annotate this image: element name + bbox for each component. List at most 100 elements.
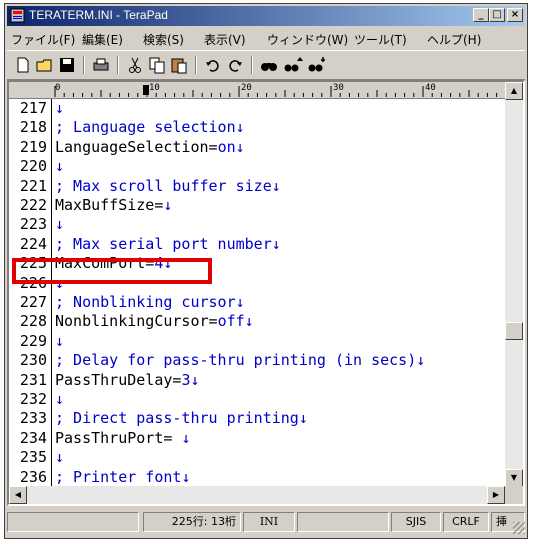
scroll-right-button[interactable]: ▶	[487, 486, 505, 504]
line-content: ; Direct pass-thru printing	[55, 409, 299, 428]
menu-view[interactable]: 表示(V)	[204, 31, 246, 48]
newline-mark: ↓	[235, 137, 245, 156]
terapad-app-icon[interactable]	[10, 8, 25, 23]
code-line[interactable]: 223 ↓	[9, 215, 505, 234]
minimize-button[interactable]: _	[473, 8, 489, 22]
code-line[interactable]: 235 ↓	[9, 448, 505, 467]
new-file-icon[interactable]	[13, 55, 33, 75]
scroll-left-button[interactable]: ◀	[9, 486, 27, 504]
line-content: LanguageSelection=	[55, 137, 218, 156]
line-content: ; Printer font	[55, 467, 182, 486]
newline-mark: ↓	[271, 234, 281, 253]
menu-file[interactable]: ファイル(F)	[11, 31, 75, 48]
code-line[interactable]: 219 LanguageSelection=on↓	[9, 138, 505, 156]
scroll-up-button[interactable]: ▲	[505, 82, 523, 100]
menu-window[interactable]: ウィンドウ(W)	[267, 31, 348, 48]
menu-help[interactable]: ヘルプ(H)	[427, 31, 481, 48]
scroll-down-button[interactable]: ▼	[505, 469, 523, 487]
code-line[interactable]: 218 ; Language selection↓	[9, 118, 505, 137]
horizontal-scrollbar[interactable]: ◀ ▶	[9, 486, 505, 504]
line-text: ↓	[55, 215, 64, 233]
cut-icon[interactable]	[125, 55, 145, 75]
code-line[interactable]: 228 NonblinkingCursor=off↓	[9, 312, 505, 330]
line-number: 218	[19, 118, 47, 137]
line-content: ; Delay for pass-thru printing (in secs)	[55, 351, 417, 370]
ruler-mark-10: 10	[149, 83, 160, 93]
line-number: 236	[19, 467, 47, 486]
find-next-up-icon[interactable]	[283, 55, 303, 75]
line-text: ↓	[55, 99, 64, 117]
editor-area[interactable]: 0 10 20 30 40 217 ↓ 218 ; Language selectio…	[7, 80, 525, 506]
line-number: 221	[19, 176, 47, 195]
code-lines[interactable]: 217 ↓ 218 ; Language selection↓ 219 LanguageS…	[9, 99, 505, 487]
redo-icon[interactable]	[225, 55, 245, 75]
code-line[interactable]: 221 ; Max scroll buffer size↓	[9, 176, 505, 195]
title-bar[interactable]: TERATERM.INI - TeraPad _ □ ×	[7, 6, 525, 26]
newline-mark: ↓	[163, 196, 173, 214]
toolbar-separator	[83, 56, 85, 74]
line-text: NonblinkingCursor=off↓	[55, 312, 254, 330]
code-line[interactable]: 230 ; Delay for pass-thru printing (in se…	[9, 351, 505, 370]
menu-search[interactable]: 検索(S)	[143, 31, 184, 48]
line-number: 224	[19, 234, 47, 253]
code-line[interactable]: 229 ↓	[9, 331, 505, 350]
newline-mark: ↓	[55, 215, 65, 234]
paste-icon[interactable]	[169, 55, 189, 75]
line-text: LanguageSelection=on↓	[55, 138, 245, 156]
code-line[interactable]: 231 PassThruDelay=3↓	[9, 370, 505, 389]
code-line[interactable]: 236 ; Printer font↓	[9, 467, 505, 486]
undo-icon[interactable]	[203, 55, 223, 75]
toolbar-separator	[117, 56, 119, 74]
line-content: PassThruPort=	[55, 428, 182, 447]
line-text: ↓	[55, 448, 64, 466]
setting-value: off	[217, 312, 245, 331]
code-line[interactable]: 232 ↓	[9, 390, 505, 408]
line-text: ; Language selection↓	[55, 118, 245, 136]
newline-mark: ↓	[298, 409, 308, 428]
newline-mark: ↓	[55, 99, 65, 117]
find-next-down-icon[interactable]	[307, 55, 327, 75]
code-line[interactable]: 227 ; Nonblinking cursor↓	[9, 293, 505, 311]
line-number: 235	[19, 448, 47, 467]
line-number: 229	[19, 331, 47, 350]
line-content: ; Max serial port number	[55, 234, 272, 253]
newline-mark: ↓	[271, 176, 281, 195]
minimize-icon: _	[478, 9, 484, 20]
resize-grip[interactable]	[513, 522, 525, 534]
status-bar: 225行: 13桁 INI SJIS CRLF 挿	[7, 508, 525, 534]
menu-bar: ファイル(F) 編集(E) 検索(S) 表示(V) ウィンドウ(W) ツール(T…	[7, 28, 525, 48]
line-number: 223	[19, 215, 47, 234]
vertical-scroll-thumb[interactable]	[505, 322, 523, 340]
line-text: ↓	[55, 332, 64, 350]
code-line[interactable]: 217 ↓	[9, 99, 505, 117]
newline-mark: ↓	[55, 157, 65, 176]
newline-mark: ↓	[181, 467, 191, 486]
menu-edit[interactable]: 編集(E)	[82, 31, 123, 48]
copy-icon[interactable]	[147, 55, 167, 75]
line-content: PassThruDelay=	[55, 370, 182, 389]
status-cursor-position: 225行: 13桁	[143, 512, 241, 532]
line-content: ; Nonblinking cursor	[55, 293, 236, 311]
print-icon[interactable]	[91, 55, 111, 75]
line-text: ; Direct pass-thru printing↓	[55, 409, 308, 427]
code-line[interactable]: 220 ↓	[9, 157, 505, 176]
line-text: ↓	[55, 390, 64, 408]
ruler-mark-30: 30	[333, 83, 344, 93]
vertical-scrollbar[interactable]: ▲ ▼	[505, 82, 523, 487]
newline-mark: ↓	[235, 118, 245, 137]
line-number: 230	[19, 351, 47, 370]
status-encoding: SJIS	[391, 512, 441, 532]
close-button[interactable]: ×	[507, 8, 523, 22]
scroll-corner	[505, 486, 523, 504]
save-icon[interactable]	[57, 55, 77, 75]
find-icon[interactable]	[259, 55, 279, 75]
newline-mark: ↓	[55, 390, 65, 408]
maximize-button[interactable]: □	[489, 8, 505, 22]
menu-tools[interactable]: ツール(T)	[354, 31, 407, 48]
code-line[interactable]: 233 ; Direct pass-thru printing↓	[9, 409, 505, 427]
code-line[interactable]: 224 ; Max serial port number↓	[9, 234, 505, 253]
setting-value: on	[217, 137, 236, 156]
open-folder-icon[interactable]	[35, 55, 55, 75]
code-line[interactable]: 234 PassThruPort= ↓	[9, 428, 505, 447]
code-line[interactable]: 222 MaxBuffSize=↓	[9, 196, 505, 214]
